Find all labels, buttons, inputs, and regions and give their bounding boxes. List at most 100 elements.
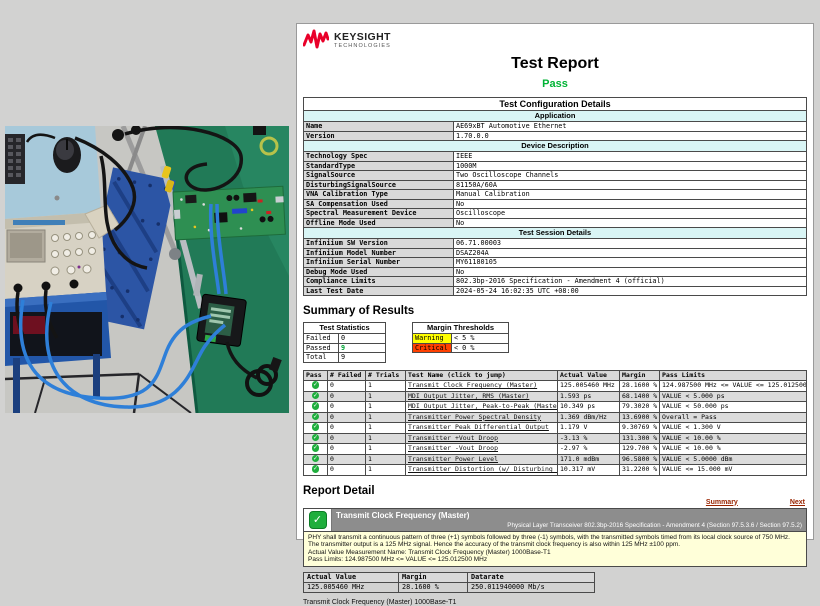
config-value: 81150A/60A xyxy=(454,180,807,190)
config-row: Debug Mode UsedNo xyxy=(304,267,807,277)
desktop-background: { "icons": { "pass_check": "✓" }, "color… xyxy=(0,0,820,556)
detail-spec-reference: Physical Layer Transceiver 802.3bp-2016 … xyxy=(332,521,806,531)
overall-status: Pass xyxy=(303,78,807,90)
config-label: StandardType xyxy=(304,161,454,171)
next-link[interactable]: Next xyxy=(790,499,805,506)
config-row: SA Compensation UsedNo xyxy=(304,199,807,209)
stats-failed-label: Failed xyxy=(304,334,339,344)
config-row: Offline Mode UsedNo xyxy=(304,218,807,228)
test-name-link[interactable]: Transmitter Distortion (w/ Disturbing Si… xyxy=(408,465,558,473)
test-name-link[interactable]: Transmitter Power Level xyxy=(408,455,498,463)
trials-count: 1 xyxy=(366,423,406,434)
config-table: Test Configuration Details Application N… xyxy=(303,97,807,296)
config-label: Version xyxy=(304,131,454,141)
keysight-logo: KEYSIGHT TECHNOLOGIES xyxy=(303,29,807,55)
col-trials: # Trials xyxy=(366,370,406,381)
pass-limits: VALUE < 10.00 % xyxy=(660,433,807,444)
config-label: SignalSource xyxy=(304,171,454,181)
summary-heading: Summary of Results xyxy=(303,305,807,317)
pass-check-icon: ✓ xyxy=(312,381,320,389)
test-statistics-table: Test Statistics Failed0 Passed9 Total9 xyxy=(303,322,386,363)
actual-value: 1.369 dBm/Hz xyxy=(558,412,620,423)
config-row: Technology SpecIEEE xyxy=(304,152,807,162)
config-row: VNA Calibration TypeManual Calibration xyxy=(304,190,807,200)
table-row: ✓ 0 1 MDI Output Jitter, Peak-to-Peak (M… xyxy=(304,402,807,413)
pass-limits: VALUE < 1.300 V xyxy=(660,423,807,434)
test-name-link[interactable]: MDI Output Jitter, Peak-to-Peak (Master) xyxy=(408,402,558,410)
trials-count: 1 xyxy=(366,381,406,392)
rod-foot xyxy=(169,248,181,260)
lab-photo-illustration xyxy=(5,126,289,413)
trials-count: 1 xyxy=(366,465,406,476)
keysight-logo-icon xyxy=(303,29,329,51)
margin-value: 96.5800 % xyxy=(620,454,660,465)
detail-col-margin: Margin xyxy=(399,572,468,582)
config-row: Spectral Measurement DeviceOscilloscope xyxy=(304,209,807,219)
config-row: Infiniium SW Version06.71.00003 xyxy=(304,239,807,249)
detail-actual-value: 125.005460 MHz xyxy=(304,582,399,592)
config-value: No xyxy=(454,218,807,228)
report-title: Test Report xyxy=(303,55,807,73)
config-label: Debug Mode Used xyxy=(304,267,454,277)
margin-value: 13.6900 % xyxy=(620,412,660,423)
config-value: No xyxy=(454,199,807,209)
actual-value: 171.0 mdBm xyxy=(558,454,620,465)
config-row: Compliance Limits802.3bp-2016 Specificat… xyxy=(304,277,807,287)
summary-link[interactable]: Summary xyxy=(706,499,738,506)
section-header-device: Device Description xyxy=(304,141,807,152)
test-name-link[interactable]: Transmitter -Vout Droop xyxy=(408,444,498,452)
results-table: Pass # Failed # Trials Test Name (click … xyxy=(303,370,807,476)
margin-value: 28.1600 % xyxy=(620,381,660,392)
actual-value: 10.317 mV xyxy=(558,465,620,476)
config-row: NameAE69xBT Automotive Ethernet xyxy=(304,122,807,132)
test-name-link[interactable]: Transmitter Power Spectral Density xyxy=(408,413,541,421)
report-detail-heading: Report Detail xyxy=(303,485,807,497)
config-title: Test Configuration Details xyxy=(304,98,807,111)
table-row: ✓ 0 1 Transmitter Peak Differential Outp… xyxy=(304,423,807,434)
config-value: 802.3bp-2016 Specification - Amendment 4… xyxy=(454,277,807,287)
config-label: Infiniium Serial Number xyxy=(304,258,454,268)
config-value: No xyxy=(454,267,807,277)
pass-check-icon: ✓ xyxy=(312,423,320,431)
detail-body: PHY shall transmit a continuous pattern … xyxy=(304,531,806,566)
actual-value: -2.97 % xyxy=(558,444,620,455)
test-name-link[interactable]: Transmit Clock Frequency (Master) xyxy=(408,381,537,389)
config-label: Technology Spec xyxy=(304,152,454,162)
actual-value: 10.349 ps xyxy=(558,402,620,413)
stats-failed-value: 0 xyxy=(339,334,386,344)
trials-count: 1 xyxy=(366,412,406,423)
pass-limits: VALUE < 5.0000 dBm xyxy=(660,454,807,465)
test-name-link[interactable]: Transmitter Peak Differential Output xyxy=(408,423,549,431)
section-header-application: Application xyxy=(304,111,807,122)
margin-value: 9.30769 % xyxy=(620,423,660,434)
trials-count: 1 xyxy=(366,402,406,413)
actual-value: -3.13 % xyxy=(558,433,620,444)
detail-test-name: Transmit Clock Frequency (Master) xyxy=(332,509,806,521)
brand-subname: TECHNOLOGIES xyxy=(334,44,391,50)
test-name-link[interactable]: MDI Output Jitter, RMS (Master) xyxy=(408,392,529,400)
config-value: Two Oscilloscope Channels xyxy=(454,171,807,181)
detail-datarate-value: 250.011940000 Mb/s xyxy=(468,582,595,592)
table-row: ✓ 0 1 Transmit Clock Frequency (Master) … xyxy=(304,381,807,392)
table-row: ✓ 0 1 Transmitter Distortion (w/ Disturb… xyxy=(304,465,807,476)
config-row: Last Test Date2024-05-24 16:02:35 UTC +0… xyxy=(304,286,807,296)
test-name-link[interactable]: Transmitter +Vout Droop xyxy=(408,434,498,442)
screw xyxy=(55,196,60,201)
pass-check-icon: ✓ xyxy=(312,444,320,452)
config-value: 1.70.0.0 xyxy=(454,131,807,141)
actual-value: 125.005460 MHz xyxy=(558,381,620,392)
failed-count: 0 xyxy=(328,391,366,402)
stats-total-label: Total xyxy=(304,353,339,363)
table-row: ✓ 0 1 Transmitter +Vout Droop -3.13 % 13… xyxy=(304,433,807,444)
detail-description: PHY shall transmit a continuous pattern … xyxy=(308,534,802,549)
failed-count: 0 xyxy=(328,465,366,476)
pass-limits: VALUE < 10.00 % xyxy=(660,444,807,455)
detail-nav: Summary Next xyxy=(303,499,805,506)
pass-limits: VALUE < 5.000 ps xyxy=(660,391,807,402)
keysight-logo-text: KEYSIGHT TECHNOLOGIES xyxy=(334,29,391,50)
actual-value: 1.593 ps xyxy=(558,391,620,402)
detail-measurement-name: Actual Value Measurement Name: Transmit … xyxy=(308,549,802,557)
detail-margin-value: 28.1600 % xyxy=(399,582,468,592)
col-pass: Pass xyxy=(304,370,328,381)
table-row: ✓ 0 1 MDI Output Jitter, RMS (Master) 1.… xyxy=(304,391,807,402)
